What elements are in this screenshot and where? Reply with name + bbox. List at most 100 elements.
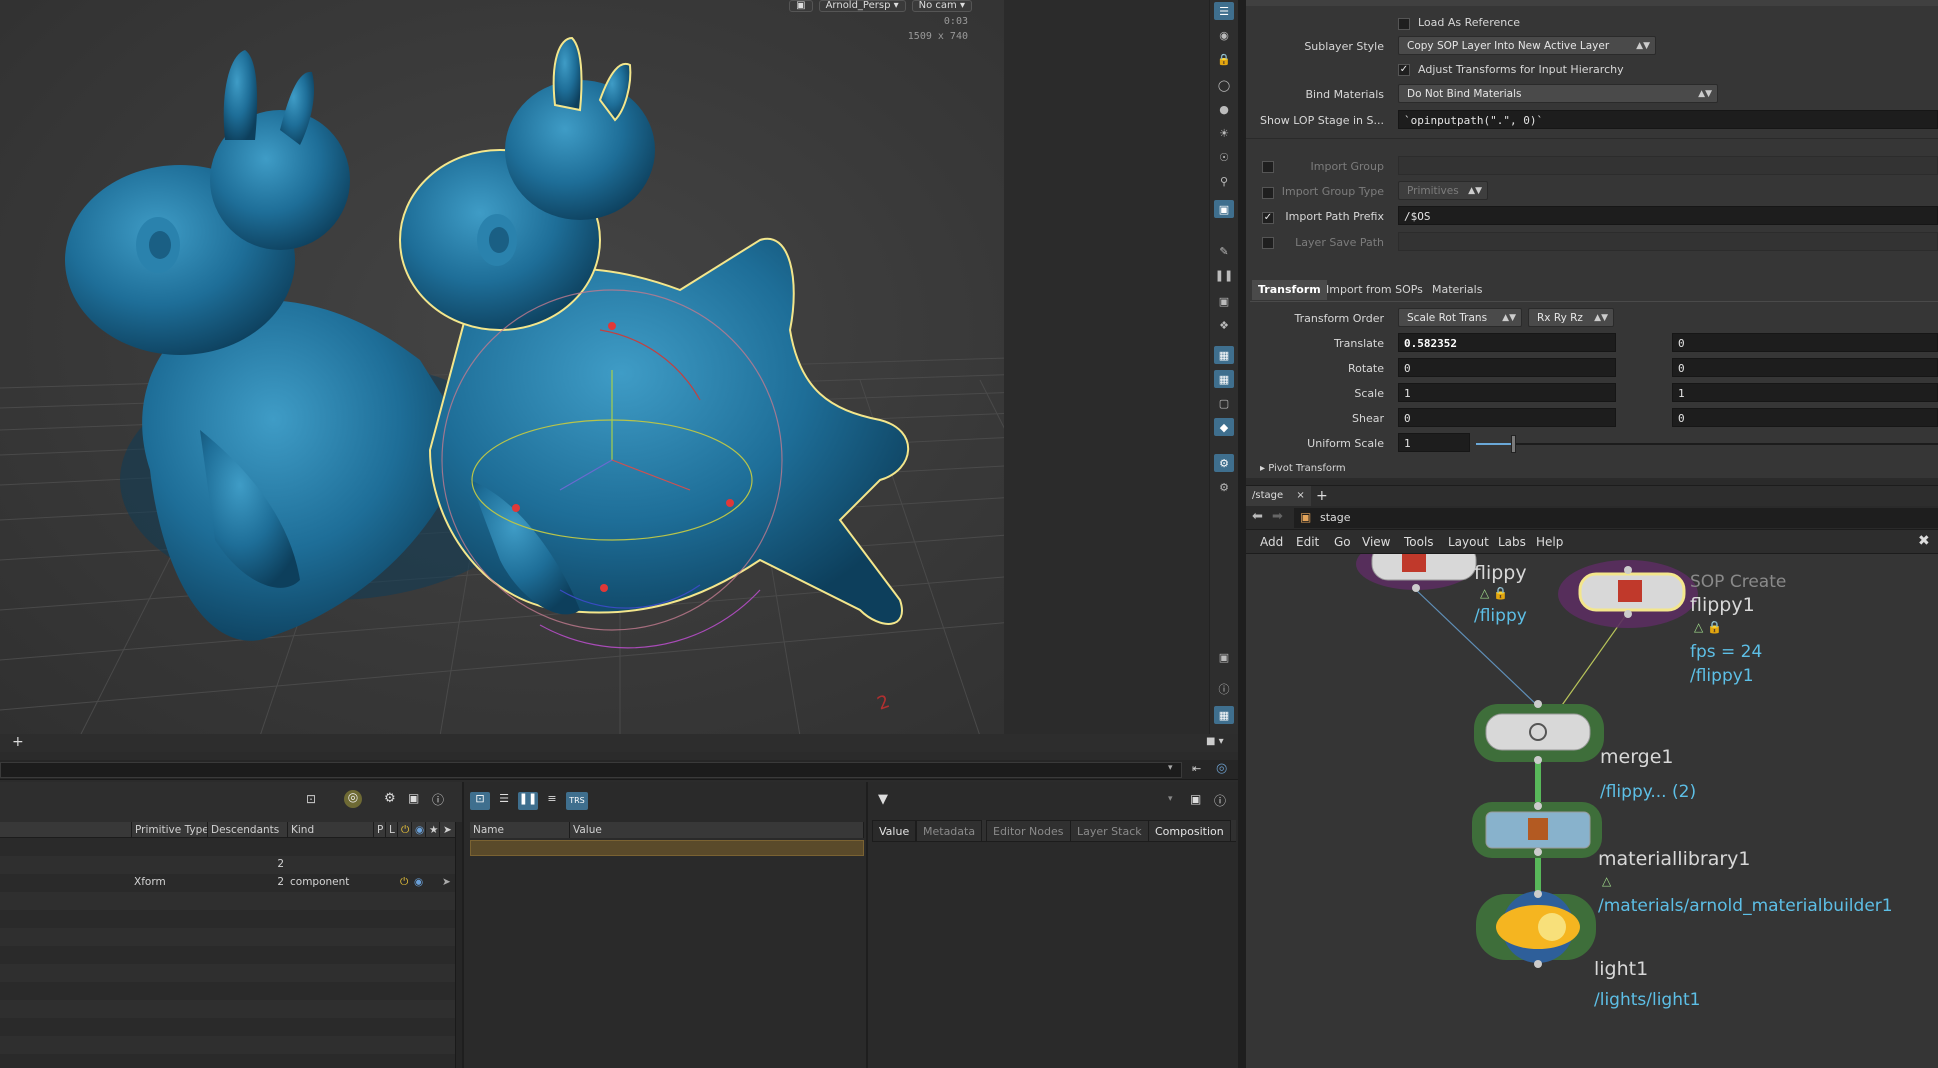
list-view-icon[interactable]: ☰ — [494, 792, 514, 810]
value-filter-input[interactable] — [888, 792, 1190, 810]
cam-menu[interactable]: No cam ▾ — [911, 0, 972, 12]
visibility-icon[interactable]: ◉ — [412, 822, 426, 838]
chevron-down-icon[interactable]: ▾ — [1168, 763, 1173, 773]
uniform-scale-slider[interactable] — [1476, 435, 1938, 453]
camera-icon[interactable]: ◉ — [1214, 26, 1234, 44]
show-lop-field[interactable]: `opinputpath(".", 0)` — [1398, 110, 1938, 129]
load-as-reference-checkbox[interactable] — [1398, 18, 1410, 30]
attr-selected-row[interactable] — [470, 840, 864, 856]
rotate-x-field[interactable]: 0 — [1398, 358, 1616, 377]
uniform-scale-handle[interactable] — [1510, 435, 1516, 453]
tree-layout-icon[interactable]: ⊡ — [306, 792, 316, 806]
layout-grid-icon[interactable]: ▦ — [1214, 706, 1234, 724]
import-path-prefix-field[interactable]: /$OS — [1398, 206, 1938, 225]
gear-icon[interactable]: ⚙ — [1214, 478, 1234, 496]
tools-icon[interactable]: ✖ — [1918, 533, 1930, 549]
tab-value[interactable]: Value — [872, 820, 917, 842]
rows-view-icon[interactable]: ≡ — [542, 792, 562, 810]
screenshot-icon[interactable]: ▣ — [1214, 648, 1234, 666]
rotate-y-field[interactable]: 0 — [1672, 358, 1938, 377]
scene-viewport[interactable]: 2 ▣ Arnold_Persp ▾ No cam ▾ 0:03 1509 x … — [0, 0, 1004, 736]
menu-labs[interactable]: Labs — [1498, 535, 1526, 549]
snapshot-icon[interactable]: ▣ — [1214, 292, 1234, 310]
transform-order-menu[interactable]: Scale Rot Trans ▲▼ — [1398, 308, 1522, 327]
node-merge1[interactable] — [1474, 700, 1604, 764]
tab-metadata[interactable]: Metadata — [916, 820, 983, 842]
rotate-order-menu[interactable]: Rx Ry Rz ▲▼ — [1528, 308, 1614, 327]
pause-icon[interactable]: ❚❚ — [1214, 266, 1234, 284]
menu-view[interactable]: View — [1362, 535, 1390, 549]
add-tab-button[interactable]: + — [1316, 486, 1328, 506]
display-options-icon[interactable]: ☰ — [1214, 2, 1234, 20]
tab-transform[interactable]: Transform — [1252, 280, 1327, 300]
bounding-box-icon[interactable]: ▢ — [1214, 394, 1234, 412]
forward-arrow-icon[interactable]: ➡ — [1272, 509, 1283, 524]
tree-scrollbar[interactable] — [455, 822, 462, 1068]
value-header[interactable]: Value — [570, 822, 864, 838]
tab-composition[interactable]: Composition — [1148, 820, 1231, 842]
settings-icon[interactable]: ⚙ — [1214, 454, 1234, 472]
lock-icon[interactable]: ▣ — [789, 0, 813, 12]
pane-menu-icon[interactable]: ■ ▾ — [1206, 736, 1224, 747]
translate-y-field[interactable]: 0 — [1672, 333, 1938, 352]
p-header[interactable]: P — [374, 822, 386, 838]
tab-stage[interactable]: /stage × — [1246, 486, 1311, 506]
grid-icon[interactable]: ▦ — [1214, 346, 1234, 364]
scale-y-field[interactable]: 1 — [1672, 383, 1938, 402]
shading-icon[interactable]: ● — [1214, 100, 1234, 118]
guide-icon[interactable]: ▦ — [1214, 370, 1234, 388]
tree-row[interactable]: 2 — [0, 856, 462, 874]
columns-view-icon[interactable]: ❚❚ — [518, 792, 538, 810]
tree-row[interactable]: Xform 2 component ⏻ ◉ ➤ — [0, 874, 462, 892]
pin-icon[interactable]: ⇤ — [1192, 762, 1201, 775]
active-toggle-icon[interactable]: ⏻ — [400, 876, 408, 889]
node-light1[interactable] — [1476, 890, 1596, 968]
pivot-transform-folder[interactable]: ▸ Pivot Transform — [1260, 463, 1346, 474]
adjust-transforms-checkbox[interactable]: ✓ — [1398, 64, 1410, 76]
paint-icon[interactable]: ✎ — [1214, 242, 1234, 260]
add-pane-tab-button[interactable]: + — [12, 734, 24, 750]
help-icon[interactable]: ⓘ — [1214, 792, 1226, 809]
help-icon[interactable]: ⓘ — [432, 791, 444, 808]
descendants-header[interactable]: Descendants — [208, 822, 288, 838]
point-light-icon[interactable]: ⚲ — [1214, 172, 1234, 190]
activation-icon[interactable]: ⏻ — [398, 822, 412, 838]
uniform-scale-field[interactable]: 1 — [1398, 433, 1470, 452]
pane-divider[interactable] — [1238, 0, 1246, 1068]
camera-icon[interactable]: ▣ — [1190, 792, 1201, 806]
close-icon[interactable]: × — [1296, 490, 1304, 501]
layer-save-path-field[interactable] — [1398, 232, 1938, 251]
light-icon[interactable]: ☀ — [1214, 124, 1234, 142]
sublayer-style-menu[interactable]: Copy SOP Layer Into New Active Layer ▲▼ — [1398, 36, 1656, 55]
flippy1-selected-model[interactable] — [399, 36, 910, 625]
chevron-down-icon[interactable]: ▾ — [1168, 794, 1173, 804]
l-header[interactable]: L — [386, 822, 398, 838]
star-icon[interactable]: ★ — [426, 822, 440, 838]
tree-view-icon[interactable]: ⊡ — [470, 792, 490, 810]
gear-icon[interactable]: ⚙ — [384, 791, 396, 806]
menu-help[interactable]: Help — [1536, 535, 1563, 549]
filter-icon[interactable]: ▼ — [878, 792, 888, 807]
menu-go[interactable]: Go — [1334, 535, 1351, 549]
back-arrow-icon[interactable]: ⬅ — [1252, 509, 1263, 524]
import-group-type-menu[interactable]: Primitives ▲▼ — [1398, 181, 1488, 200]
info-icon[interactable]: ⓘ — [1214, 680, 1234, 698]
render-icon[interactable]: ▣ — [1214, 200, 1234, 218]
bind-materials-menu[interactable]: Do Not Bind Materials ▲▼ — [1398, 84, 1718, 103]
visible-toggle-icon[interactable]: ◉ — [414, 876, 423, 888]
menu-add[interactable]: Add — [1260, 535, 1283, 549]
primitive-type-header[interactable]: Primitive Type — [132, 822, 208, 838]
node-materiallibrary1[interactable] — [1472, 802, 1602, 858]
name-column-header[interactable] — [0, 822, 132, 838]
menu-layout[interactable]: Layout — [1448, 535, 1489, 549]
headlight-icon[interactable]: ☉ — [1214, 148, 1234, 166]
node-flippy1[interactable] — [1558, 560, 1698, 628]
selection-icon[interactable]: ◆ — [1214, 418, 1234, 436]
ghost-icon[interactable]: ◯ — [1214, 76, 1234, 94]
tab-layer-stack[interactable]: Layer Stack — [1070, 820, 1149, 842]
menu-edit[interactable]: Edit — [1296, 535, 1319, 549]
lock-camera-icon[interactable]: 🔒 — [1214, 50, 1234, 68]
shear-x-field[interactable]: 0 — [1398, 408, 1616, 427]
select-toggle-icon[interactable]: ➤ — [442, 876, 451, 888]
translate-x-field[interactable]: 0.582352 — [1398, 333, 1616, 352]
